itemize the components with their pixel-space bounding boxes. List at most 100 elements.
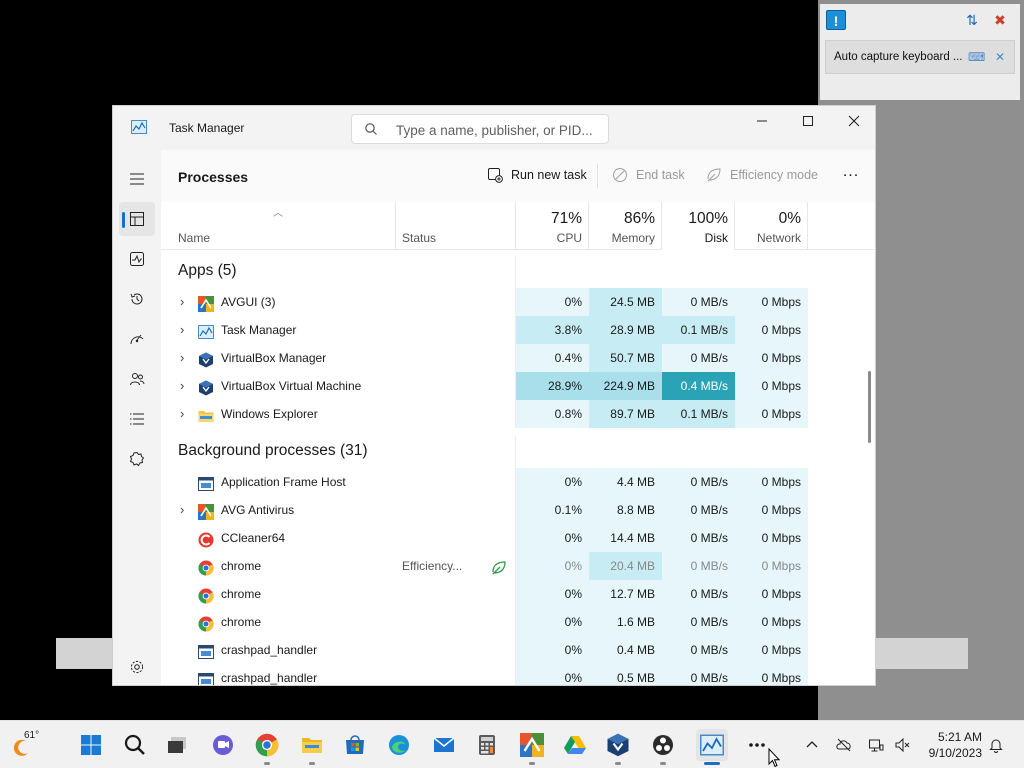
process-cpu: 3.8% bbox=[516, 316, 589, 344]
taskbar-teams-chat-button[interactable] bbox=[207, 729, 239, 761]
show-hidden-icons-button[interactable] bbox=[802, 735, 822, 755]
active-indicator bbox=[122, 212, 125, 228]
process-row[interactable]: › VirtualBox Manager 0.4% 50.7 MB 0 MB/s 0 Mb… bbox=[161, 344, 875, 372]
column-header-name[interactable]: ︿ Name bbox=[161, 202, 396, 250]
group-header-row[interactable]: Apps (5) bbox=[161, 256, 875, 288]
more-apps-icon bbox=[745, 733, 769, 757]
search-input[interactable] bbox=[396, 121, 601, 139]
column-header-status[interactable]: Status bbox=[396, 202, 516, 250]
process-row[interactable]: crashpad_handler 0% 0.5 MB 0 MB/s 0 Mbps bbox=[161, 664, 875, 685]
process-row[interactable]: chrome 0% 12.7 MB 0 MB/s 0 Mbps bbox=[161, 580, 875, 608]
notification-toast[interactable]: Auto capture keyboard ... ⌨ ✕ bbox=[825, 40, 1015, 74]
expand-chevron-icon[interactable]: › bbox=[180, 316, 190, 344]
column-network-label: Network bbox=[756, 231, 801, 245]
process-cpu: 0% bbox=[516, 580, 589, 608]
nav-item-details[interactable] bbox=[119, 402, 155, 436]
nav-item-services[interactable] bbox=[119, 442, 155, 476]
taskbar-mail-button[interactable] bbox=[428, 729, 460, 761]
expand-chevron-icon[interactable]: › bbox=[180, 400, 190, 428]
process-memory: 12.7 MB bbox=[589, 580, 662, 608]
running-indicator bbox=[615, 762, 621, 765]
nav-item-settings[interactable] bbox=[119, 650, 155, 684]
microsoft-store-icon bbox=[343, 733, 367, 757]
vertical-scrollbar-thumb[interactable] bbox=[868, 371, 871, 443]
expand-chevron-icon[interactable]: › bbox=[180, 372, 190, 400]
process-row[interactable]: › Windows Explorer 0.8% 89.7 MB 0.1 MB/s 0 Mb… bbox=[161, 400, 875, 428]
clear-notifications-icon[interactable]: ✖ bbox=[990, 10, 1010, 30]
expand-chevron-icon[interactable]: › bbox=[180, 496, 190, 524]
running-indicator bbox=[309, 762, 315, 765]
maximize-icon bbox=[803, 116, 813, 126]
column-header-disk[interactable]: 100% Disk bbox=[662, 202, 735, 250]
weather-widget[interactable]: 61° bbox=[10, 727, 50, 763]
process-cpu: 0.8% bbox=[516, 400, 589, 428]
process-name-cell: › VirtualBox Virtual Machine bbox=[161, 372, 396, 400]
title-bar[interactable]: Task Manager bbox=[113, 106, 875, 150]
expand-chevron-icon[interactable]: › bbox=[180, 288, 190, 316]
process-row[interactable]: chrome 0% 1.6 MB 0 MB/s 0 Mbps bbox=[161, 608, 875, 636]
nav-item-app-history[interactable] bbox=[119, 282, 155, 316]
process-row[interactable]: › AVGUI (3) 0% 24.5 MB 0 MB/s 0 Mbps bbox=[161, 288, 875, 316]
maximize-button[interactable] bbox=[785, 106, 831, 136]
group-header-row[interactable]: Background processes (31) bbox=[161, 436, 875, 468]
onedrive-tray-icon[interactable] bbox=[834, 735, 854, 755]
network-tray-icon[interactable] bbox=[866, 735, 886, 755]
task-manager-icon bbox=[198, 322, 214, 339]
taskbar-task-view-button[interactable] bbox=[161, 729, 193, 761]
taskbar-task-manager-button[interactable] bbox=[696, 729, 728, 765]
taskbar-search-button[interactable] bbox=[119, 729, 151, 761]
heat-cell-blank bbox=[516, 256, 589, 288]
run-new-task-button[interactable]: Run new task bbox=[487, 164, 587, 186]
app-frame-icon bbox=[198, 474, 214, 491]
taskbar-google-drive-button[interactable] bbox=[559, 729, 591, 761]
process-network: 0 Mbps bbox=[735, 344, 808, 372]
process-row[interactable]: crashpad_handler 0% 0.4 MB 0 MB/s 0 Mbps bbox=[161, 636, 875, 664]
running-indicator bbox=[264, 762, 270, 765]
chevron-up-icon bbox=[806, 741, 818, 748]
process-row[interactable]: CCleaner64 0% 14.4 MB 0 MB/s 0 Mbps bbox=[161, 524, 875, 552]
taskbar-chrome-button[interactable] bbox=[251, 729, 283, 765]
taskbar-edge-button[interactable] bbox=[383, 729, 415, 761]
system-clock[interactable]: 5:21 AM 9/10/2023 bbox=[918, 729, 982, 761]
column-header-cpu[interactable]: 71% CPU bbox=[516, 202, 589, 250]
taskbar-microsoft-store-button[interactable] bbox=[339, 729, 371, 761]
more-options-button[interactable]: ... bbox=[839, 164, 863, 186]
process-memory: 0.5 MB bbox=[589, 664, 662, 685]
process-row[interactable]: Application Frame Host 0% 4.4 MB 0 MB/s 0 Mb… bbox=[161, 468, 875, 496]
close-button[interactable] bbox=[831, 106, 875, 136]
sort-notifications-icon[interactable]: ⇅ bbox=[962, 10, 982, 30]
nav-item-startup-apps[interactable] bbox=[119, 322, 155, 356]
expand-chevron-icon[interactable]: › bbox=[180, 344, 190, 372]
taskbar-avg-button[interactable] bbox=[516, 729, 548, 765]
process-row[interactable]: › Task Manager 3.8% 28.9 MB 0.1 MB/s 0 Mbps bbox=[161, 316, 875, 344]
nav-item-users[interactable] bbox=[119, 362, 155, 396]
minimize-button[interactable] bbox=[739, 106, 785, 136]
end-task-button[interactable]: End task bbox=[612, 164, 685, 186]
column-header-network[interactable]: 0% Network bbox=[735, 202, 808, 250]
taskbar-start-button[interactable] bbox=[75, 729, 107, 761]
nav-item-processes[interactable] bbox=[119, 202, 155, 236]
process-disk: 0 MB/s bbox=[662, 664, 735, 685]
folder-icon bbox=[198, 406, 214, 422]
search-box[interactable] bbox=[351, 114, 609, 144]
taskbar-obs-button[interactable] bbox=[647, 729, 679, 765]
process-row[interactable]: › AVG Antivirus 0.1% 8.8 MB 0 MB/s 0 Mbps bbox=[161, 496, 875, 524]
process-row[interactable]: › VirtualBox Virtual Machine 28.9% 224.9 MB… bbox=[161, 372, 875, 400]
process-name-cell: CCleaner64 bbox=[161, 524, 396, 552]
column-header-memory[interactable]: 86% Memory bbox=[589, 202, 662, 250]
volume-tray-icon[interactable] bbox=[892, 735, 912, 755]
process-row[interactable]: chrome Efficiency... 0% 20.4 MB 0 MB/s 0 Mbps bbox=[161, 552, 875, 580]
taskbar-file-explorer-button[interactable] bbox=[296, 729, 328, 765]
taskbar-calculator-button[interactable] bbox=[471, 729, 503, 761]
process-list: Apps (5) › AVGUI (3) 0% 24.5 MB 0 MB/s 0 Mbps ›… bbox=[161, 250, 875, 685]
process-disk: 0.4 MB/s bbox=[662, 372, 735, 400]
navigation-rail bbox=[113, 150, 161, 685]
column-name-label: Name bbox=[178, 231, 211, 245]
notification-center-icon[interactable]: ! bbox=[826, 10, 846, 30]
efficiency-mode-button[interactable]: Efficiency mode bbox=[706, 164, 818, 186]
nav-menu-button[interactable] bbox=[119, 162, 155, 196]
notifications-button[interactable] bbox=[986, 735, 1006, 755]
dismiss-notification-icon[interactable]: ✕ bbox=[992, 41, 1008, 73]
taskbar-virtualbox-button[interactable] bbox=[602, 729, 634, 765]
nav-item-performance[interactable] bbox=[119, 242, 155, 276]
